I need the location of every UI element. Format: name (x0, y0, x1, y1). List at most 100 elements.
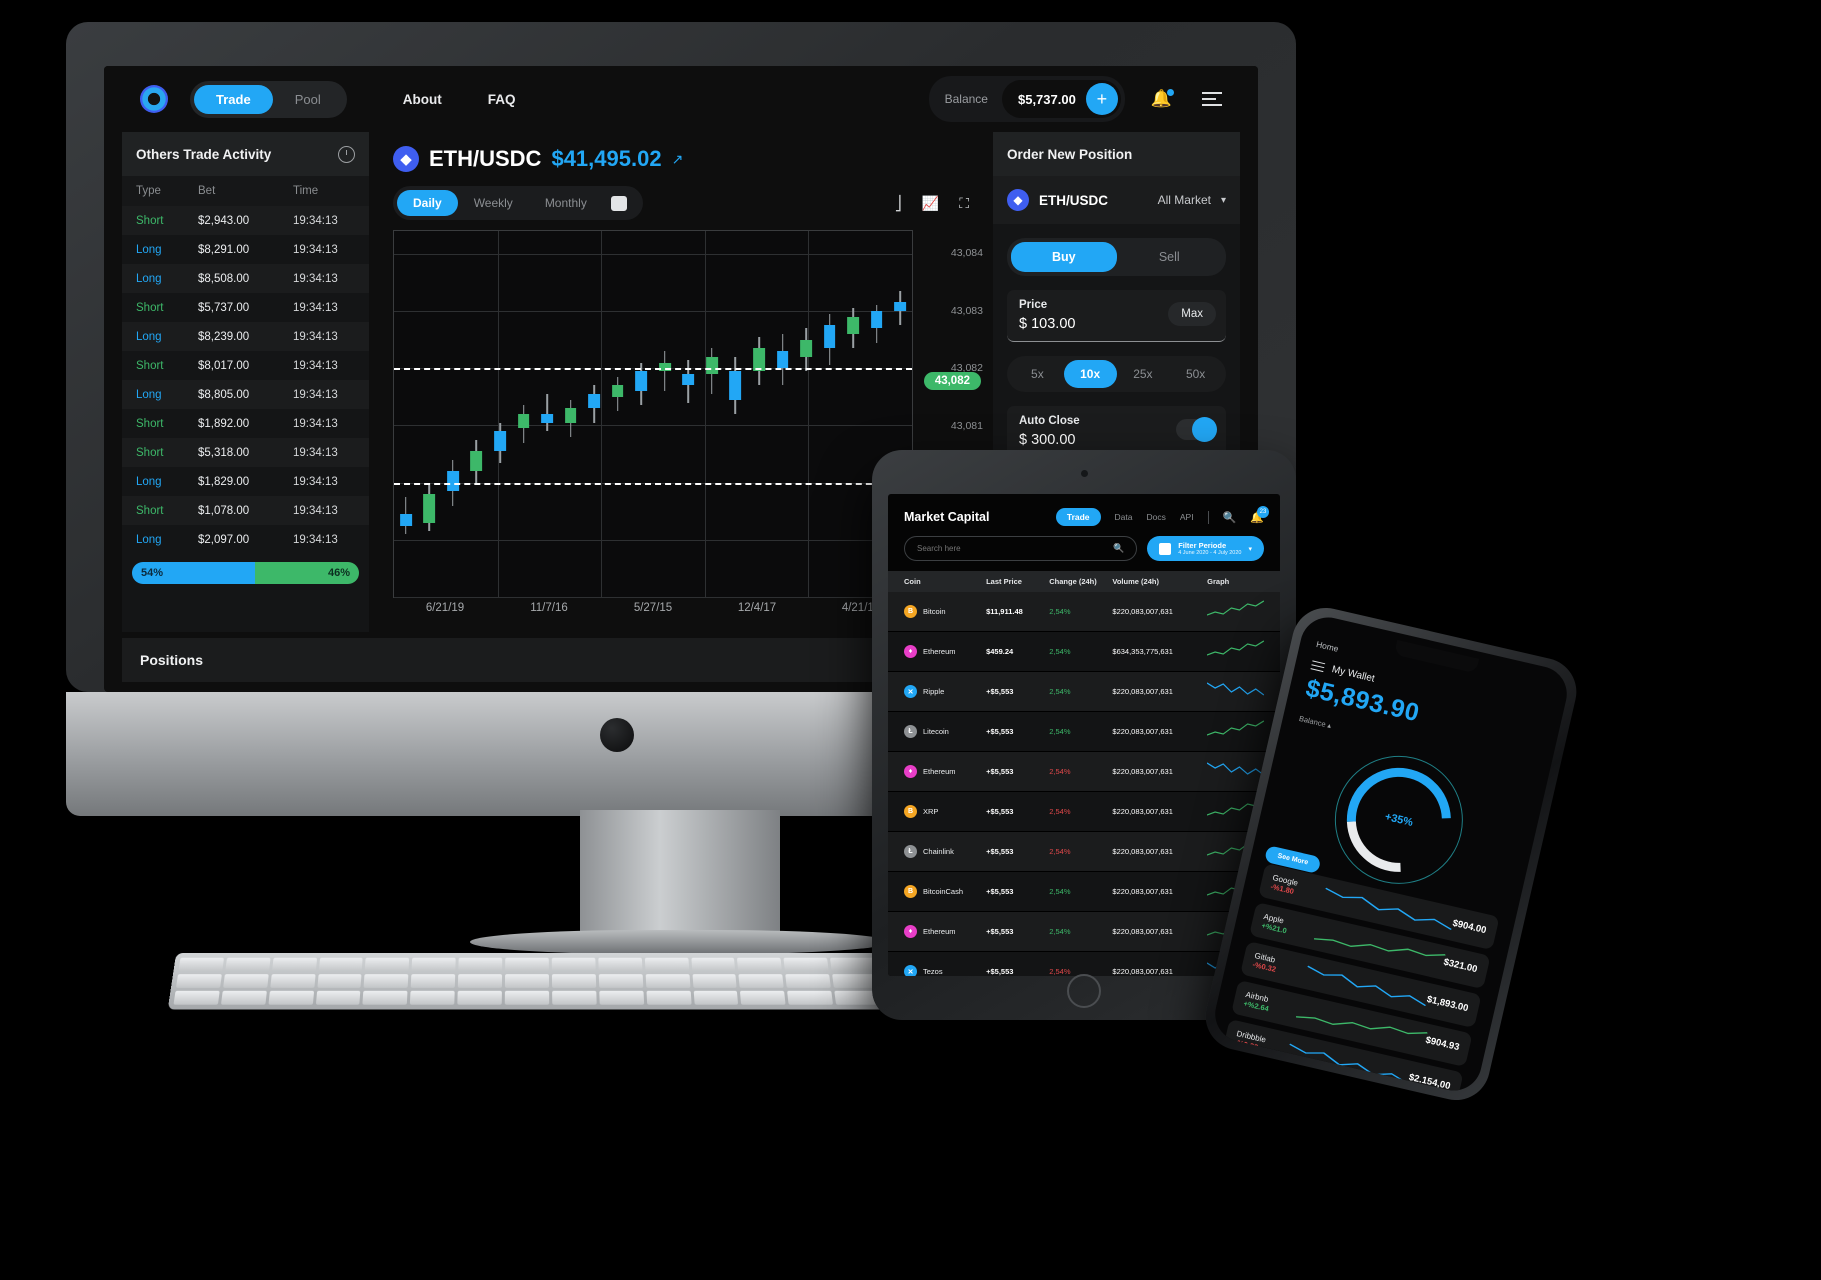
pair-name: ETH/USDC (429, 146, 541, 172)
timeframe-daily[interactable]: Daily (397, 190, 458, 216)
row-graph (1207, 639, 1264, 664)
candle-wick (546, 394, 548, 431)
table-row[interactable]: ✕ Ripple +$5,553 2,54% $220,083,007,631 (888, 672, 1280, 712)
table-row[interactable]: Short $5,318.00 19:34:13 (122, 438, 369, 467)
sell-button[interactable]: Sell (1117, 242, 1223, 272)
table-row[interactable]: Ł Chainlink +$5,553 2,54% $220,083,007,631 (888, 832, 1280, 872)
tablet-home-button[interactable] (1067, 974, 1101, 1008)
order-title: Order New Position (1007, 147, 1132, 162)
line-chart-icon[interactable]: 📈 (922, 195, 939, 212)
tablet-tab-docs[interactable]: Docs (1147, 512, 1166, 522)
table-row[interactable]: B Bitcoin $11,911.48 2,54% $220,083,007,631 (888, 592, 1280, 632)
table-row[interactable]: ♦ Ethereum +$5,553 2,54% $220,083,007,631 (888, 752, 1280, 792)
calendar-icon[interactable] (611, 196, 627, 211)
coin-icon: ✕ (904, 685, 917, 698)
tab-trade[interactable]: Trade (194, 85, 273, 114)
nav-link-about[interactable]: About (403, 92, 442, 107)
activity-table-body: Short $2,943.00 19:34:13 Long $8,291.00 19:34… (122, 206, 369, 554)
table-row[interactable]: Short $2,943.00 19:34:13 (122, 206, 369, 235)
tablet-camera (1081, 470, 1088, 477)
search-input[interactable] (917, 544, 1113, 553)
coin-icon: B (904, 605, 917, 618)
balance-value-wrap: $5,737.00 + (1002, 80, 1121, 118)
market-selector[interactable]: All Market (1158, 193, 1211, 207)
table-row[interactable]: Long $8,805.00 19:34:13 (122, 380, 369, 409)
grid-line (808, 231, 809, 597)
candle-body (847, 317, 859, 334)
row-last-price: +$5,553 (986, 807, 1049, 816)
tab-pool[interactable]: Pool (273, 85, 343, 114)
row-last-price: $459.24 (986, 647, 1049, 656)
notification-bell-icon[interactable]: 🔔 23 (1250, 511, 1264, 524)
row-time: 19:34:13 (293, 244, 355, 256)
phone-asset-list: Google -%1.80 $904.00 Apple +%21.0 $321.00 Git… (1222, 863, 1499, 1096)
clock-icon[interactable] (338, 146, 355, 163)
add-funds-button[interactable]: + (1086, 83, 1118, 115)
chevron-down-icon[interactable]: ▾ (1221, 195, 1226, 206)
table-row[interactable]: Long $8,239.00 19:34:13 (122, 322, 369, 351)
candlestick-chart-icon[interactable]: ⎦ (895, 195, 902, 212)
col-change[interactable]: Change (24h) (1049, 577, 1112, 586)
grid-line (394, 254, 912, 255)
leverage-5x[interactable]: 5x (1011, 360, 1064, 388)
chevron-down-icon[interactable]: ▾ (1248, 545, 1252, 553)
leverage-25x[interactable]: 25x (1117, 360, 1170, 388)
order-pair-row[interactable]: ◆ ETH/USDC All Market ▾ (993, 176, 1240, 224)
chevron-up-icon[interactable]: ▴ (1327, 720, 1333, 730)
col-coin[interactable]: Coin (904, 577, 986, 586)
notification-count: 23 (1257, 506, 1269, 518)
price-marker-line (394, 483, 912, 485)
table-row[interactable]: Long $8,508.00 19:34:13 (122, 264, 369, 293)
table-row[interactable]: Long $8,291.00 19:34:13 (122, 235, 369, 264)
table-row[interactable]: B XRP +$5,553 2,54% $220,083,007,631 (888, 792, 1280, 832)
row-bet: $8,017.00 (198, 360, 293, 372)
tablet-tab-trade[interactable]: Trade (1056, 508, 1101, 526)
mode-segment: Trade Pool (190, 81, 347, 118)
table-row[interactable]: Ł Litecoin +$5,553 2,54% $220,083,007,631 (888, 712, 1280, 752)
table-row[interactable]: Short $1,078.00 19:34:13 (122, 496, 369, 525)
fullscreen-icon[interactable]: ⛶ (959, 195, 969, 212)
coin-icon: ♦ (904, 765, 917, 778)
col-last-price[interactable]: Last Price (986, 577, 1049, 586)
y-tick-label: 43,084 (951, 247, 983, 259)
chart-controls: Daily Weekly Monthly ⎦ 📈 ⛶ (393, 186, 969, 220)
row-volume: $220,083,007,631 (1112, 967, 1207, 976)
leverage-10x[interactable]: 10x (1064, 360, 1117, 388)
candle-body (541, 414, 553, 423)
max-button[interactable]: Max (1168, 302, 1216, 326)
table-row[interactable]: ♦ Ethereum $459.24 2,54% $634,353,775,631 (888, 632, 1280, 672)
notification-bell-icon[interactable]: 🔔 (1151, 89, 1172, 109)
tablet-tab-api[interactable]: API (1180, 512, 1194, 522)
buy-button[interactable]: Buy (1011, 242, 1117, 272)
search-icon[interactable]: 🔍 (1113, 543, 1124, 554)
col-volume[interactable]: Volume (24h) (1112, 577, 1207, 586)
filter-period-button[interactable]: Filter Periode 4 June 2020 - 4 July 2020… (1147, 536, 1264, 561)
timeframe-weekly[interactable]: Weekly (458, 190, 529, 216)
hamburger-menu-icon[interactable] (1202, 88, 1222, 110)
chart-plot-area[interactable] (393, 230, 913, 598)
timeframe-monthly[interactable]: Monthly (529, 190, 603, 216)
candle-body (777, 351, 789, 368)
auto-close-toggle[interactable] (1176, 419, 1216, 440)
table-row[interactable]: Long $2,097.00 19:34:13 (122, 525, 369, 554)
price-field[interactable]: Price $ 103.00 Max (1007, 290, 1226, 342)
table-row[interactable]: Short $5,737.00 19:34:13 (122, 293, 369, 322)
table-row[interactable]: Long $1,829.00 19:34:13 (122, 467, 369, 496)
chart-tools: ⎦ 📈 ⛶ (895, 195, 969, 212)
table-row[interactable]: Short $1,892.00 19:34:13 (122, 409, 369, 438)
table-row[interactable]: Short $8,017.00 19:34:13 (122, 351, 369, 380)
table-row[interactable]: B BitcoinCash +$5,553 2,54% $220,083,007,631 (888, 872, 1280, 912)
row-type: Short (136, 302, 198, 314)
leverage-50x[interactable]: 50x (1169, 360, 1222, 388)
nav-link-faq[interactable]: FAQ (488, 92, 516, 107)
tablet-tab-data[interactable]: Data (1115, 512, 1133, 522)
tablet-screen: Market Capital Trade Data Docs API 🔍 🔔 2… (888, 494, 1280, 976)
search-icon[interactable]: 🔍 (1223, 511, 1237, 524)
search-input-wrap[interactable]: 🔍 (904, 536, 1137, 561)
chart-header: ◆ ETH/USDC $41,495.02 ↗ Daily Weekly Mon… (375, 132, 987, 220)
row-change: 2,54% (1049, 847, 1112, 856)
row-change: 2,54% (1049, 927, 1112, 936)
hamburger-menu-icon[interactable] (1310, 657, 1326, 674)
grid-line (705, 231, 706, 597)
row-last-price: $11,911.48 (986, 607, 1049, 616)
